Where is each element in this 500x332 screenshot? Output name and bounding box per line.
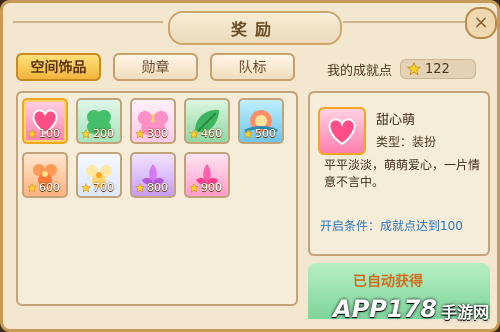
window-title: 奖励: [230, 20, 279, 39]
reward-cost: 460: [189, 127, 222, 140]
reward-grid-panel: 100 200 300 460 500 600 700 800 900: [16, 91, 298, 306]
detail-description: 平平淡淡，萌萌爱心，一片情意不言中。: [324, 158, 481, 189]
reward-slot-8[interactable]: 800: [130, 152, 176, 198]
reward-cost-value: 800: [147, 181, 168, 194]
points-label: 我的成就点: [327, 63, 393, 79]
reward-window: 奖励 × 空间饰品 勋章 队标 我的成就点 122 100 200 300 46…: [0, 0, 500, 332]
reward-cost: 600: [27, 181, 60, 194]
reward-cost: 800: [135, 181, 168, 194]
reward-slot-7[interactable]: 700: [76, 152, 122, 198]
star-icon: [407, 62, 422, 76]
reward-slot-2[interactable]: 200: [76, 98, 122, 144]
reward-cost: 700: [81, 181, 114, 194]
close-icon: ×: [473, 12, 489, 33]
reward-cost: 100: [27, 127, 60, 140]
watermark: APP178 手游网: [333, 295, 489, 323]
reward-cost-value: 200: [93, 127, 114, 140]
detail-icon: [318, 107, 366, 155]
reward-slot-9[interactable]: 900: [184, 152, 230, 198]
watermark-main: APP178: [333, 295, 437, 323]
reward-grid: 100 200 300 460 500 600 700 800 900: [22, 98, 284, 198]
points-value: 122: [425, 61, 450, 77]
star-icon: [81, 128, 91, 139]
header-ornament-left: [13, 21, 163, 23]
tab-medal[interactable]: 勋章: [113, 53, 198, 81]
reward-cost: 300: [135, 127, 168, 140]
tab-bar: 空间饰品 勋章 队标: [16, 53, 295, 83]
reward-slot-6[interactable]: 600: [22, 152, 68, 198]
star-icon: [27, 182, 37, 193]
reward-slot-1[interactable]: 100: [22, 98, 68, 144]
close-button[interactable]: ×: [465, 7, 497, 39]
reward-cost-value: 600: [39, 181, 60, 194]
reward-cost-value: 700: [93, 181, 114, 194]
reward-cost: 200: [81, 127, 114, 140]
tab-space-decor[interactable]: 空间饰品: [16, 53, 101, 81]
detail-type: 类型：装扮: [376, 135, 437, 149]
reward-cost-value: 100: [39, 127, 60, 140]
star-icon: [135, 128, 145, 139]
tab-team-logo[interactable]: 队标: [210, 53, 295, 81]
reward-cost-value: 900: [201, 181, 222, 194]
heart-icon: [328, 118, 356, 146]
reward-slot-3[interactable]: 300: [130, 98, 176, 144]
points-box: 122: [400, 59, 477, 79]
status-text: 已自动获得: [353, 274, 423, 290]
star-icon: [135, 182, 145, 193]
star-icon: [27, 128, 37, 139]
star-icon: [189, 182, 199, 193]
achievement-points: 我的成就点 122: [327, 59, 477, 79]
reward-cost: 900: [189, 181, 222, 194]
title-plate: 奖励: [168, 11, 342, 45]
star-icon: [243, 128, 253, 139]
unlock-condition: 开启条件：成就点达到100: [320, 219, 463, 233]
star-icon: [81, 182, 91, 193]
reward-cost-value: 300: [147, 127, 168, 140]
item-detail-panel: 甜心萌 类型：装扮 平平淡淡，萌萌爱心，一片情意不言中。 开启条件：成就点达到1…: [308, 91, 490, 256]
star-icon: [189, 128, 199, 139]
reward-cost: 500: [243, 127, 276, 140]
window-header: 奖励 ×: [3, 3, 500, 47]
detail-name: 甜心萌: [376, 113, 416, 128]
reward-cost-value: 460: [201, 127, 222, 140]
reward-slot-4[interactable]: 460: [184, 98, 230, 144]
reward-cost-value: 500: [255, 127, 276, 140]
reward-slot-5[interactable]: 500: [238, 98, 284, 144]
watermark-sub: 手游网: [440, 303, 489, 322]
